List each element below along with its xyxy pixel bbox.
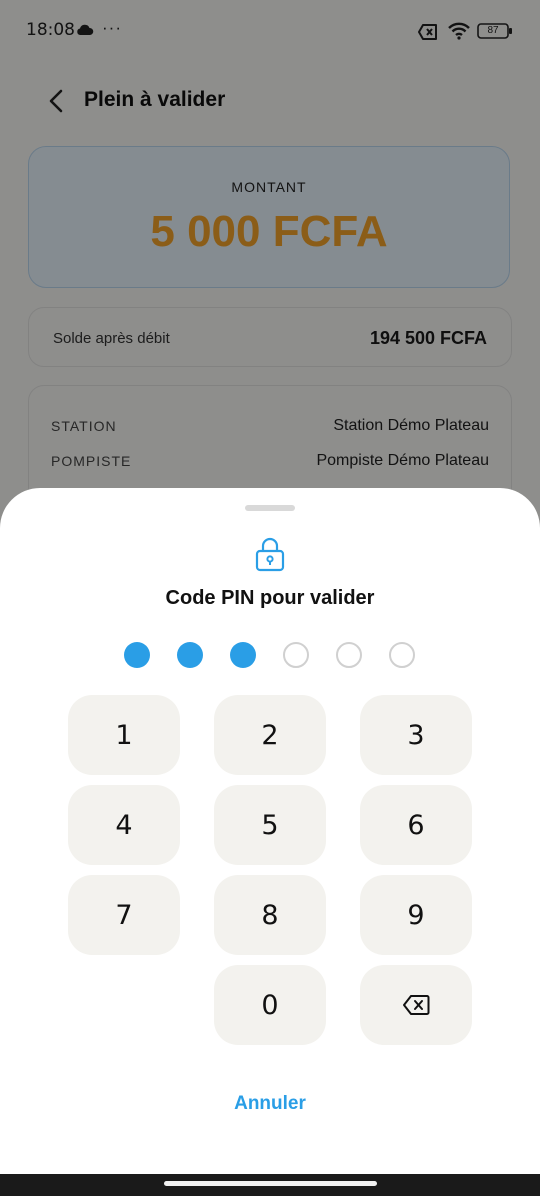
cancel-button[interactable]: Annuler [0,1093,540,1115]
backspace-button[interactable] [360,965,472,1045]
key-6[interactable]: 6 [360,785,472,865]
key-4[interactable]: 4 [68,785,180,865]
key-1[interactable]: 1 [68,695,180,775]
pin-dot-filled [177,642,203,668]
lock-icon [255,537,285,572]
pin-dot-empty [283,642,309,668]
pin-dot-filled [124,642,150,668]
pin-title: Code PIN pour valider [165,587,375,609]
home-gesture-bar[interactable] [164,1181,377,1186]
key-8[interactable]: 8 [214,875,326,955]
backspace-icon [403,995,430,1015]
key-3[interactable]: 3 [360,695,472,775]
drag-handle[interactable] [245,505,295,511]
key-7[interactable]: 7 [68,875,180,955]
pin-dot-empty [336,642,362,668]
key-2[interactable]: 2 [214,695,326,775]
pin-dot-empty [389,642,415,668]
system-nav-bar [0,1174,540,1196]
key-0[interactable]: 0 [214,965,326,1045]
pin-dot-filled [230,642,256,668]
key-9[interactable]: 9 [360,875,472,955]
pin-bottom-sheet: Code PIN pour valider 1 2 3 4 5 6 7 8 9 … [0,488,540,1178]
key-5[interactable]: 5 [214,785,326,865]
